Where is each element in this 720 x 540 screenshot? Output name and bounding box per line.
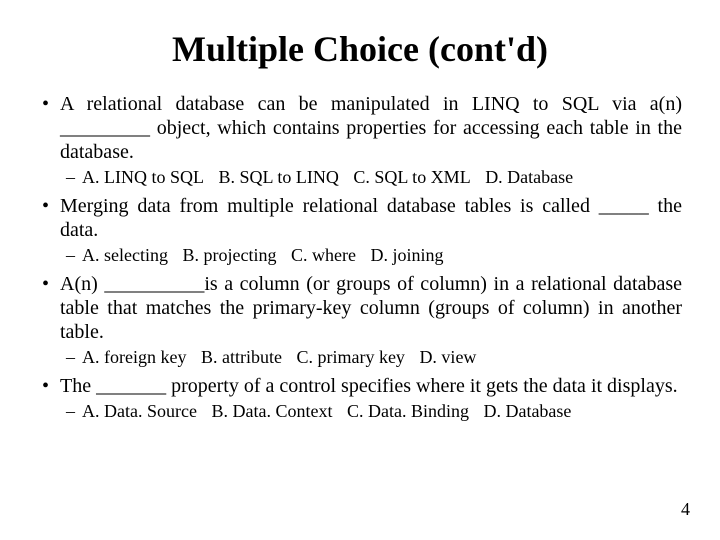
- question-text: A(n) __________is a column (or groups of…: [60, 272, 682, 344]
- option-b: B. Data. Context: [211, 401, 332, 421]
- option-d: D. Database: [483, 401, 571, 421]
- option-c: C. primary key: [296, 347, 404, 367]
- question-item: A(n) __________is a column (or groups of…: [38, 272, 682, 368]
- option-d: D. Database: [485, 167, 573, 187]
- slide-title: Multiple Choice (cont'd): [38, 28, 682, 70]
- options-row: A. Data. Source B. Data. Context C. Data…: [60, 400, 682, 422]
- option-b: B. projecting: [182, 245, 276, 265]
- options: A. LINQ to SQL B. SQL to LINQ C. SQL to …: [60, 166, 682, 188]
- question-text: Merging data from multiple relational da…: [60, 194, 682, 242]
- question-list: A relational database can be manipulated…: [38, 92, 682, 422]
- option-d: D. joining: [370, 245, 443, 265]
- question-text: A relational database can be manipulated…: [60, 92, 682, 164]
- option-a: A. LINQ to SQL: [82, 167, 204, 187]
- option-c: C. Data. Binding: [347, 401, 469, 421]
- option-a: A. selecting: [82, 245, 168, 265]
- page-number: 4: [681, 499, 690, 520]
- option-a: A. foreign key: [82, 347, 186, 367]
- options: A. foreign key B. attribute C. primary k…: [60, 346, 682, 368]
- option-b: B. SQL to LINQ: [219, 167, 339, 187]
- options: A. selecting B. projecting C. where D. j…: [60, 244, 682, 266]
- option-c: C. SQL to XML: [353, 167, 470, 187]
- slide: Multiple Choice (cont'd) A relational da…: [0, 0, 720, 540]
- option-b: B. attribute: [201, 347, 282, 367]
- question-item: The _______ property of a control specif…: [38, 374, 682, 422]
- question-text: The _______ property of a control specif…: [60, 374, 682, 398]
- question-item: Merging data from multiple relational da…: [38, 194, 682, 266]
- question-item: A relational database can be manipulated…: [38, 92, 682, 188]
- options-row: A. foreign key B. attribute C. primary k…: [60, 346, 682, 368]
- options-row: A. LINQ to SQL B. SQL to LINQ C. SQL to …: [60, 166, 682, 188]
- option-d: D. view: [419, 347, 476, 367]
- option-c: C. where: [291, 245, 356, 265]
- option-a: A. Data. Source: [82, 401, 197, 421]
- options-row: A. selecting B. projecting C. where D. j…: [60, 244, 682, 266]
- options: A. Data. Source B. Data. Context C. Data…: [60, 400, 682, 422]
